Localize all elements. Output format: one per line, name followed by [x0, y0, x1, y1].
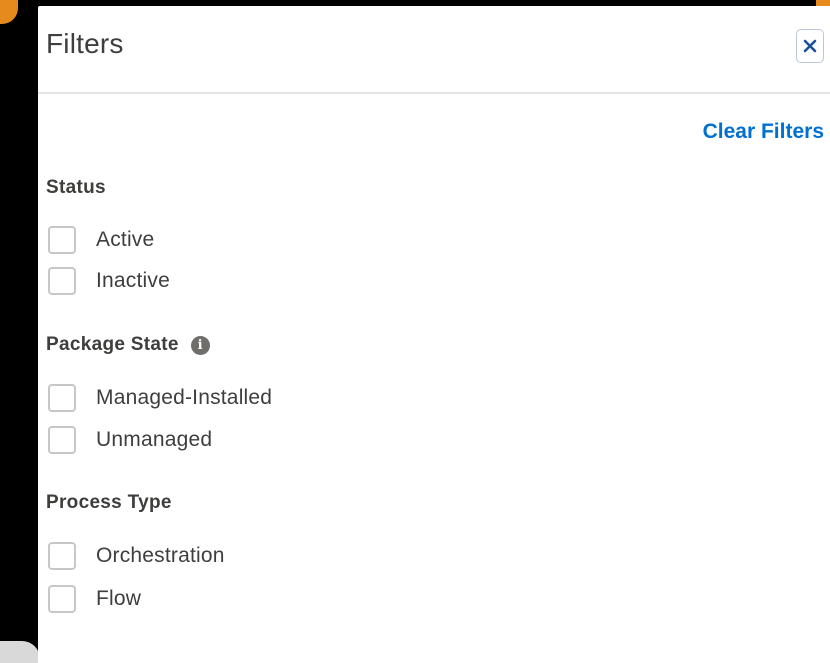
checkbox[interactable] [48, 267, 76, 295]
option-label: Active [96, 228, 155, 251]
checkbox-unmanaged[interactable]: Unmanaged [48, 426, 212, 454]
checkbox[interactable] [48, 426, 76, 454]
info-icon[interactable]: i [190, 335, 210, 355]
checkbox-inactive[interactable]: Inactive [48, 267, 170, 295]
option-label: Orchestration [96, 544, 225, 567]
status-section-title: Status [46, 177, 106, 199]
checkbox-active[interactable]: Active [48, 226, 154, 254]
filters-panel: Filters Clear Filters Status Active Inac… [38, 6, 830, 663]
option-label: Flow [96, 587, 142, 610]
checkbox-managed-installed[interactable]: Managed-Installed [48, 384, 272, 412]
process-type-section-title: Process Type [46, 492, 172, 514]
section-title-text: Package State [46, 334, 179, 355]
option-label: Unmanaged [96, 428, 213, 451]
option-label: Managed-Installed [96, 386, 273, 409]
checkbox-flow[interactable]: Flow [48, 585, 141, 613]
checkbox[interactable] [48, 226, 76, 254]
panel-title: Filters [46, 28, 124, 59]
checkbox-orchestration[interactable]: Orchestration [48, 542, 225, 570]
section-title-text: Process Type [46, 492, 172, 513]
checkbox[interactable] [48, 542, 76, 570]
close-x-icon [803, 39, 817, 53]
checkbox[interactable] [48, 585, 76, 613]
window-corner-accent [0, 0, 18, 24]
package-state-section-title: Package State i [46, 334, 210, 356]
section-title-text: Status [46, 177, 106, 198]
option-label: Inactive [96, 269, 170, 292]
clear-filters-link[interactable]: Clear Filters [703, 120, 824, 144]
panel-header: Filters [38, 6, 830, 94]
close-button[interactable] [796, 29, 824, 63]
checkbox[interactable] [48, 384, 76, 412]
window-corner-background [0, 641, 40, 663]
